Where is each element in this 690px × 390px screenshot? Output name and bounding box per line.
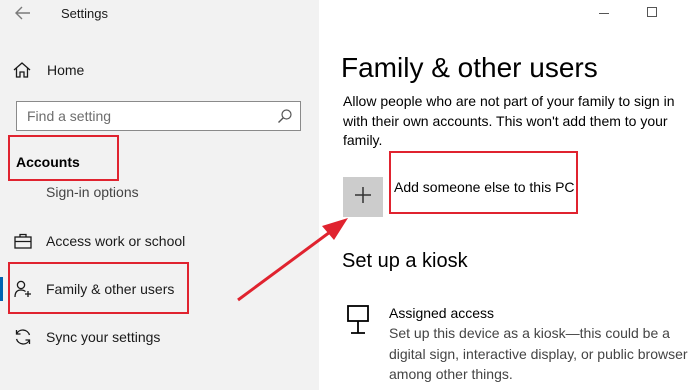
search-icon[interactable] [277, 108, 293, 124]
search-input[interactable] [27, 108, 277, 124]
annotation-box-accounts [8, 135, 119, 181]
sidebar-item-label: Access work or school [46, 233, 186, 249]
sidebar-item-label: Sync your settings [46, 329, 161, 345]
settings-sidebar: Settings Home Accounts Sign-in options A… [0, 0, 319, 390]
sidebar-item-sync-your-settings[interactable]: Sync your settings [0, 317, 319, 357]
search-box[interactable] [16, 101, 301, 131]
annotation-box-family [8, 262, 189, 314]
annotation-box-add-someone [389, 151, 578, 214]
assigned-access-link[interactable]: Assigned access [389, 305, 494, 321]
sync-icon [13, 327, 33, 347]
window-title: Settings [61, 6, 108, 21]
back-arrow-icon[interactable] [14, 5, 32, 21]
kiosk-icon[interactable] [345, 304, 371, 336]
sidebar-item-access-work-or-school[interactable]: Access work or school [0, 221, 319, 261]
assigned-access-description: Set up this device as a kiosk—this could… [389, 325, 688, 382]
minimize-button[interactable] [599, 13, 609, 14]
page-description: Allow people who are not part of your fa… [343, 93, 675, 148]
sidebar-item-home[interactable]: Home [12, 58, 84, 82]
page-title: Family & other users [341, 52, 598, 83]
sidebar-item-label: Sign-in options [46, 184, 139, 200]
kiosk-section-title: Set up a kiosk [342, 250, 468, 272]
maximize-button[interactable] [647, 7, 657, 17]
home-label: Home [47, 62, 85, 78]
home-icon [12, 60, 32, 80]
briefcase-icon [13, 231, 33, 251]
add-someone-row[interactable]: Add someone else to this PC [343, 177, 575, 217]
add-someone-button[interactable] [343, 177, 383, 217]
plus-icon [353, 185, 373, 210]
